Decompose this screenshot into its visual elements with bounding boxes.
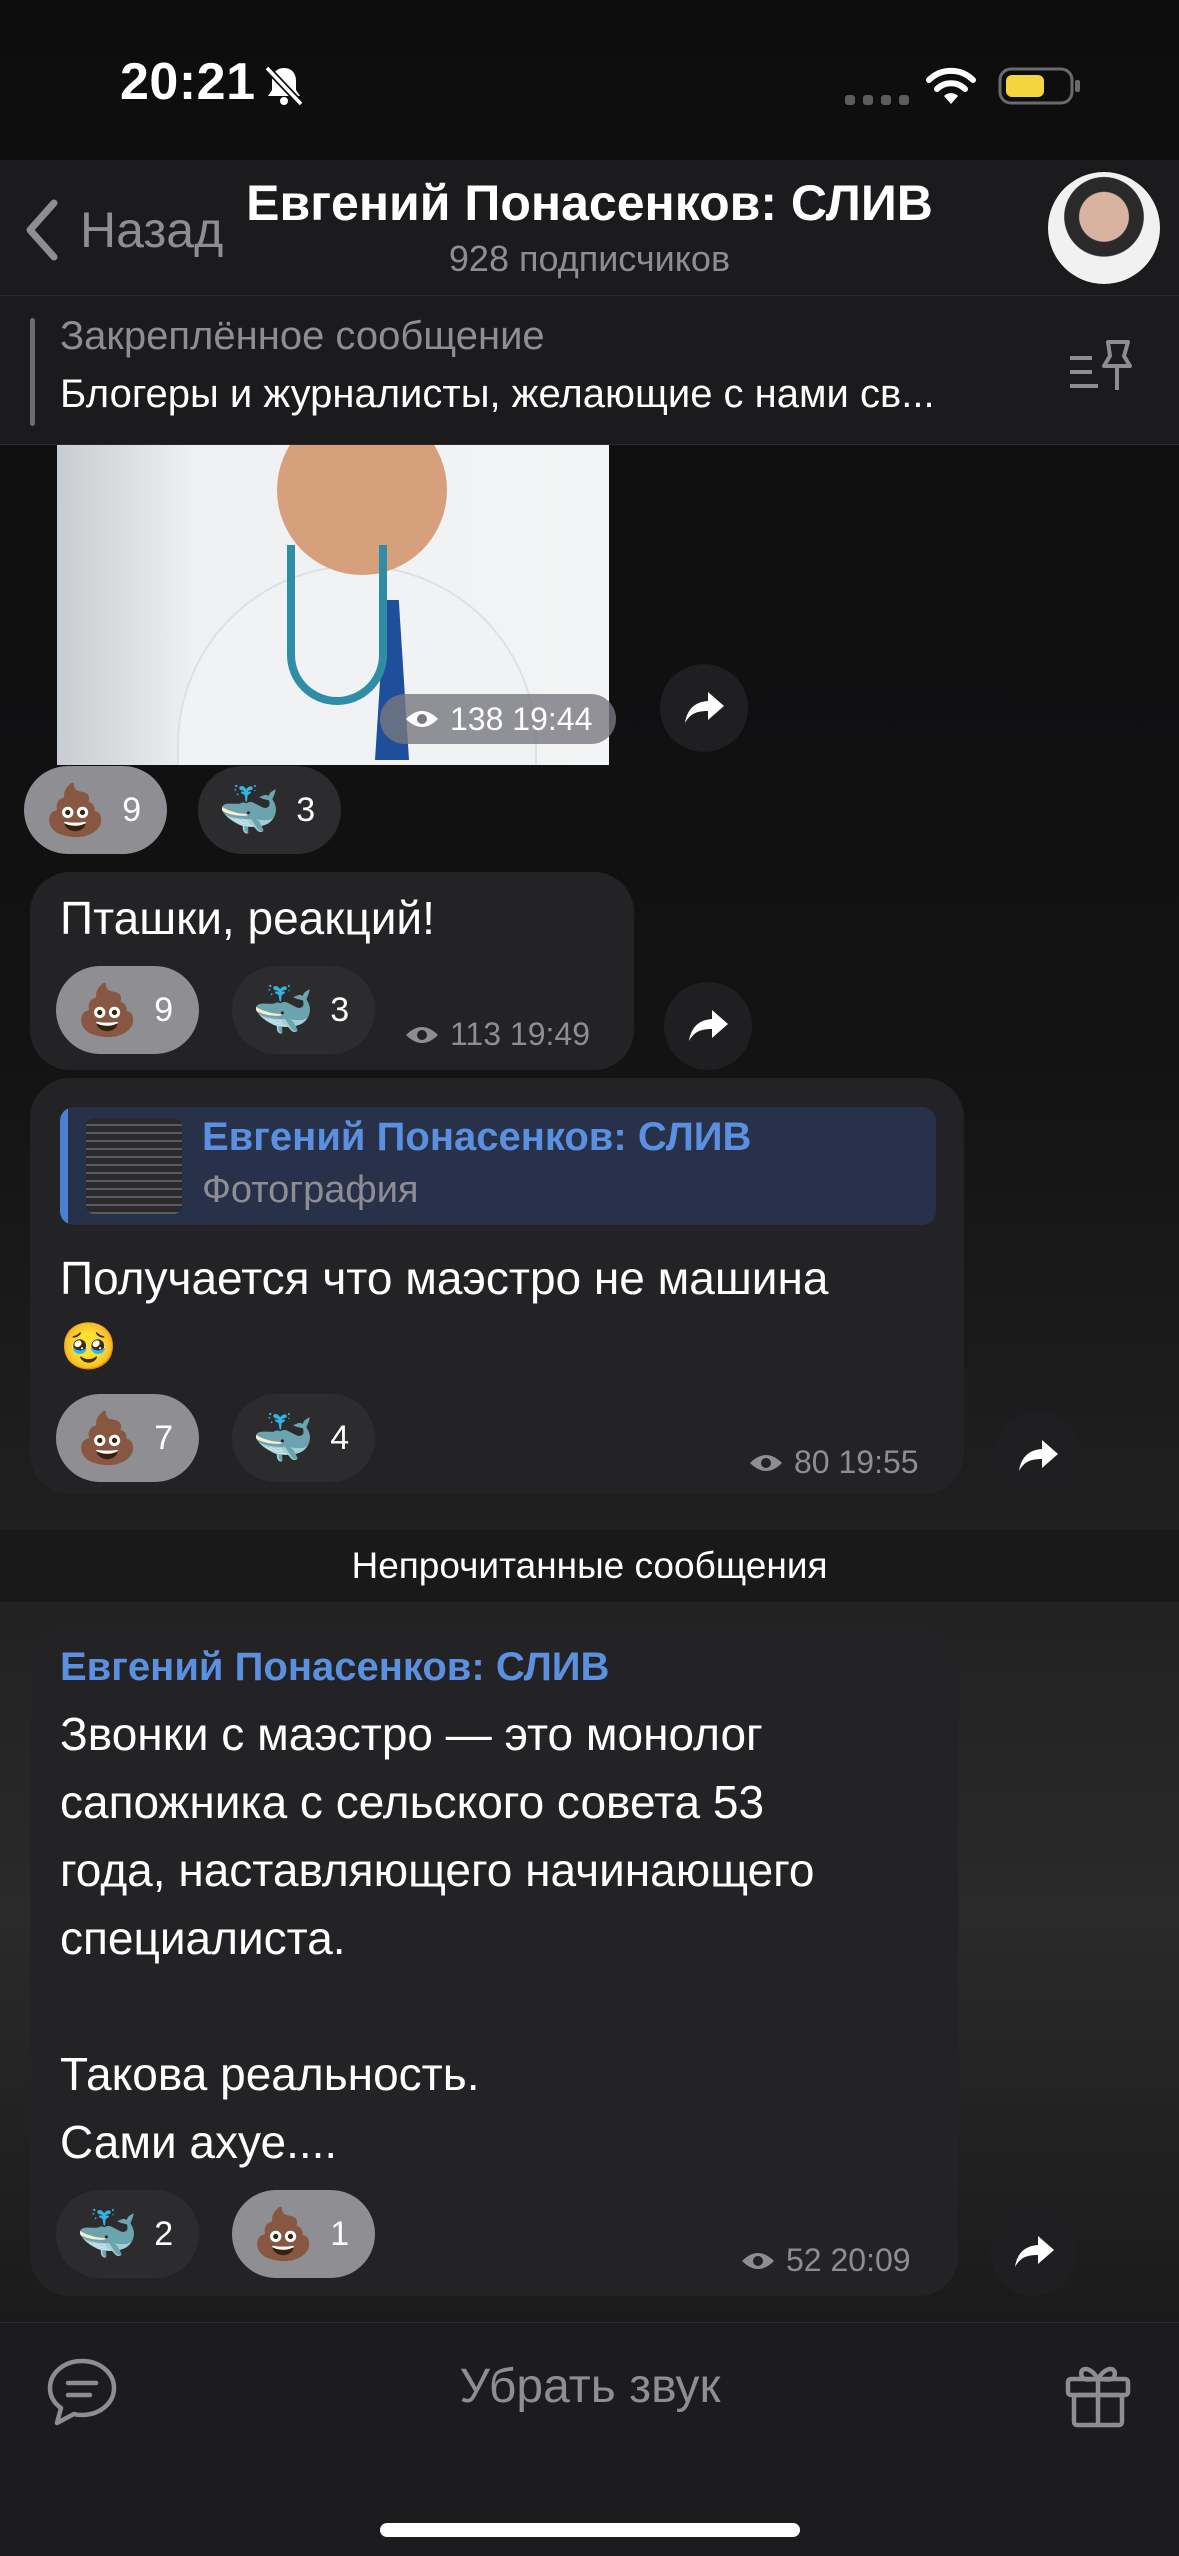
message-time: 19:55 [838,1444,919,1480]
reaction-whale[interactable]: 🐳 2 [56,2190,200,2278]
reaction-whale[interactable]: 🐳 3 [198,766,342,854]
message-line: специалиста. [60,1912,346,1964]
chat-bubble-icon[interactable] [44,2355,120,2431]
share-arrow-icon [1015,2236,1054,2267]
message-time: 20:09 [830,2242,911,2278]
sender-name[interactable]: Евгений Понасенков: СЛИВ [60,1645,609,1690]
reaction-poop[interactable]: 💩 1 [232,2190,376,2278]
message-meta: 113 19:49 [404,1016,590,1053]
reaction-poop[interactable]: 💩 9 [24,766,168,854]
eye-icon [750,1454,782,1471]
battery-icon [998,67,1080,105]
home-indicator [380,2523,800,2537]
pinned-message-bar[interactable]: Закреплённое сообщение Блогеры и журнали… [0,295,1179,445]
reaction-count: 9 [122,790,142,829]
pin-list-icon[interactable] [1068,336,1134,396]
share-arrow-icon [1019,1440,1058,1471]
reaction-count: 4 [330,1418,350,1457]
pinned-label: Закреплённое сообщение [60,314,545,358]
message-time: 19:44 [512,700,593,737]
message-line: Звонки с маэстро — это монолог [60,1708,763,1760]
nav-header: Назад Евгений Понасенков: СЛИВ 928 подпи… [0,160,1179,295]
pinned-indicator [30,318,35,426]
channel-title[interactable]: Евгений Понасенков: СЛИВ [0,174,1179,232]
reaction-count: 3 [296,790,316,829]
message-meta: 52 20:09 [740,2242,911,2279]
share-button[interactable] [664,982,752,1070]
message-line: Сами ахуе.... [60,2116,338,2168]
channel-avatar[interactable] [1048,172,1160,284]
reply-preview[interactable]: Евгений Понасенков: СЛИВ Фотография [60,1107,936,1225]
cellular-signal-icon [845,95,909,105]
reaction-count: 2 [154,2214,174,2253]
wifi-icon [926,67,976,104]
message-line: года, наставляющего начинающего [60,1844,815,1896]
message-text: Пташки, реакций! [60,892,435,944]
mute-button[interactable]: Убрать звук [300,2359,880,2414]
reaction-whale[interactable]: 🐳 4 [232,1394,376,1482]
share-arrow-icon [685,692,724,723]
message-time: 19:49 [509,1016,590,1052]
eye-icon [406,1026,438,1043]
reaction-count: 9 [154,990,174,1029]
share-button[interactable] [660,664,748,752]
reply-title: Евгений Понасенков: СЛИВ [202,1115,752,1159]
reaction-count: 3 [330,990,350,1029]
views-count: 113 [450,1016,502,1052]
bottom-bar: Убрать звук [0,2322,1179,2556]
reply-thumbnail [86,1118,182,1214]
subscriber-count: 928 подписчиков [448,238,731,279]
views-count: 138 [450,700,504,737]
message-text: Получается что маэстро не машина [60,1252,829,1304]
message-emoji: 🥹 [60,1320,118,1372]
reaction-poop[interactable]: 💩 7 [56,1394,200,1482]
reaction-whale[interactable]: 🐳 3 [232,966,376,1054]
share-button[interactable] [990,2208,1078,2296]
share-button[interactable] [994,1412,1082,1500]
eye-icon [742,2252,774,2269]
message-line: Такова реальность. [60,2048,480,2100]
bell-slash-icon [264,65,304,107]
eye-icon [406,711,438,727]
share-arrow-icon [689,1010,728,1041]
reaction-count: 1 [330,2214,350,2253]
reaction-poop[interactable]: 💩 9 [56,966,200,1054]
status-time: 20:21 [120,53,256,111]
photo-meta: 138 19:44 [380,694,617,744]
status-bar: 20:21 [0,0,1179,160]
message-line: сапожника с сельского совета 53 [60,1776,765,1828]
pinned-text: Блогеры и журналисты, желающие с нами св… [60,372,935,416]
message-meta: 80 19:55 [748,1444,919,1481]
reaction-count: 7 [154,1418,174,1457]
unread-divider: Непрочитанные сообщения [0,1530,1179,1602]
reply-subtitle: Фотография [202,1169,419,1211]
gift-icon[interactable] [1060,2355,1136,2431]
views-count: 80 [794,1444,830,1480]
views-count: 52 [786,2242,822,2278]
